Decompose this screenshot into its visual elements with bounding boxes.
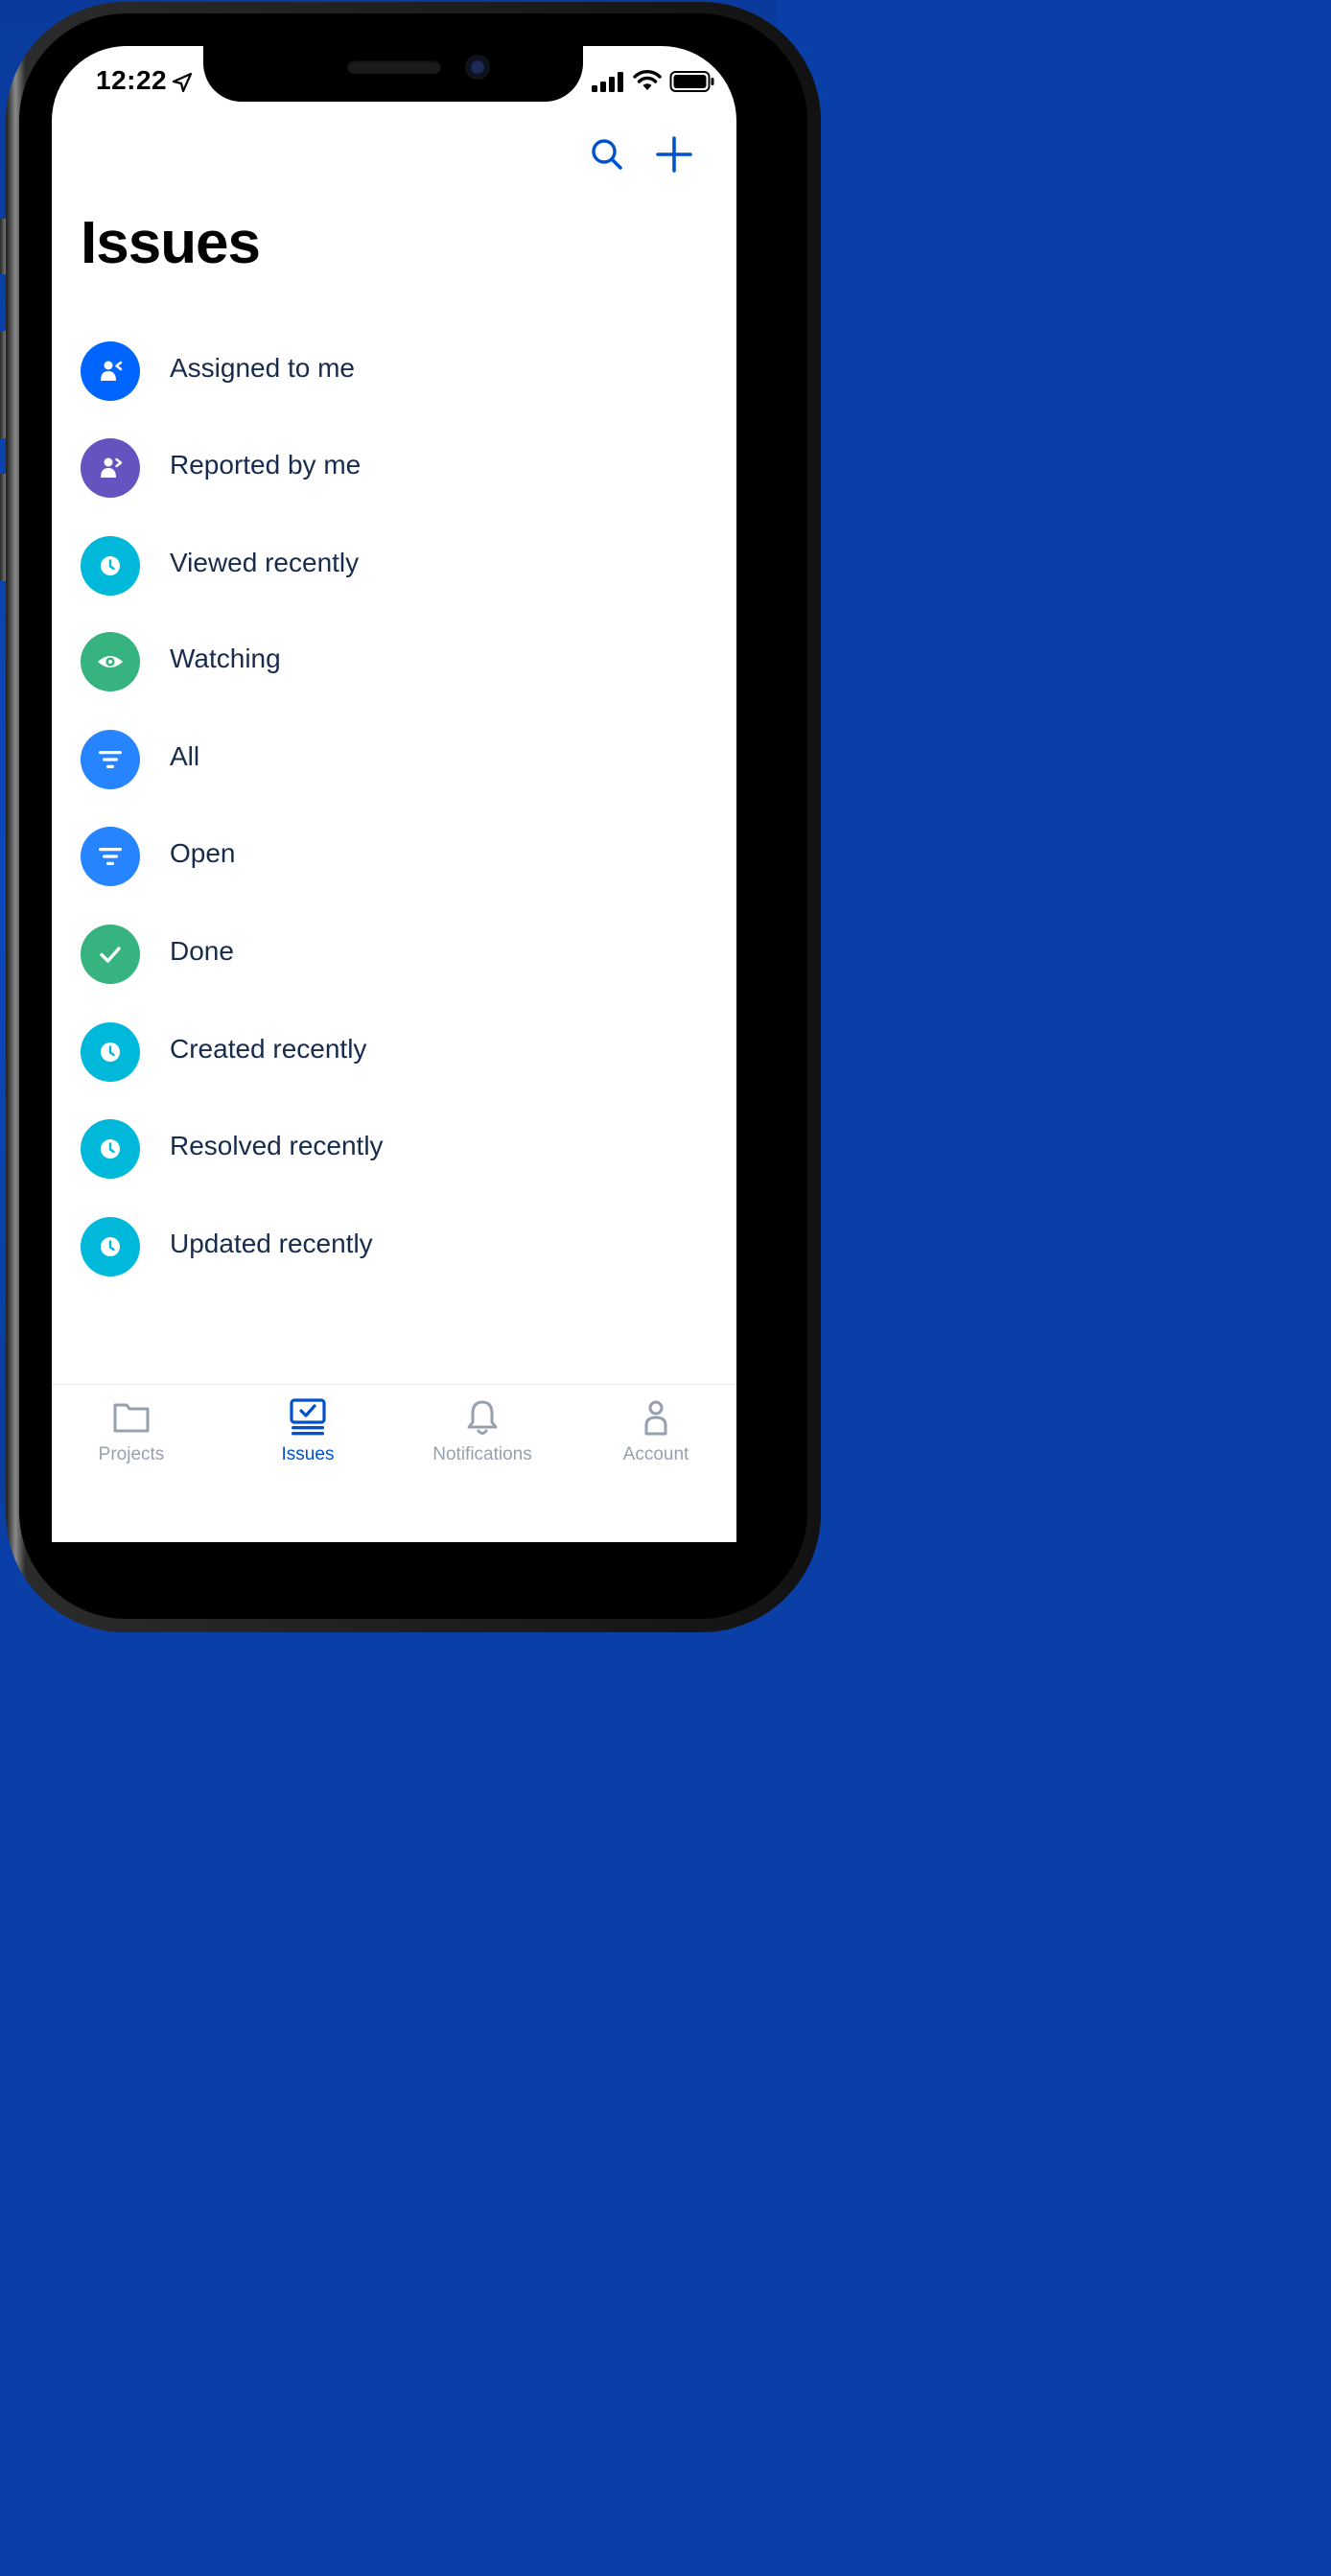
notch xyxy=(203,46,583,102)
status-time: 12:22 xyxy=(96,65,168,95)
filter-item-assigned-to-me[interactable]: Assigned to me xyxy=(81,338,713,405)
issues-icon xyxy=(290,1398,326,1436)
person-assigned-icon xyxy=(81,341,140,401)
tab-projects[interactable]: Projects xyxy=(45,1385,218,1490)
cellular-signal-icon xyxy=(592,72,623,92)
filter-item-created-recently[interactable]: Created recently xyxy=(81,1019,713,1086)
filter-label: Reported by me xyxy=(170,450,362,480)
folder-icon xyxy=(113,1403,150,1433)
clock-icon xyxy=(81,1119,140,1179)
tab-label: Issues xyxy=(281,1444,335,1464)
clock-icon xyxy=(81,1022,140,1082)
check-icon xyxy=(81,925,140,984)
filter-item-resolved-recently[interactable]: Resolved recently xyxy=(81,1115,713,1183)
filter-item-updated-recently[interactable]: Updated recently xyxy=(81,1213,713,1280)
filter-label: Viewed recently xyxy=(170,548,360,577)
search-button[interactable] xyxy=(587,134,627,175)
filter-label: Created recently xyxy=(170,1034,367,1064)
search-icon xyxy=(592,139,622,170)
front-camera xyxy=(465,55,490,80)
tab-notifications[interactable]: Notifications xyxy=(396,1385,569,1490)
filter-item-reported-by-me[interactable]: Reported by me xyxy=(81,434,713,502)
battery-icon xyxy=(669,71,714,92)
filter-label: Done xyxy=(170,936,234,966)
filter-label: Watching xyxy=(170,644,281,673)
filter-item-all[interactable]: All xyxy=(81,726,713,793)
filter-item-watching[interactable]: Watching xyxy=(81,628,713,695)
clock-icon xyxy=(81,536,140,596)
bell-icon xyxy=(467,1400,498,1435)
person-reported-icon xyxy=(81,438,140,498)
person-icon xyxy=(644,1400,667,1436)
tab-issues[interactable]: Issues xyxy=(222,1385,394,1490)
filter-icon xyxy=(81,730,140,789)
tab-label: Notifications xyxy=(432,1444,532,1464)
tab-bar: Projects Issues Notifications Account xyxy=(52,1384,736,1505)
page-title: Issues xyxy=(81,210,261,276)
filter-item-viewed-recently[interactable]: Viewed recently xyxy=(81,532,713,599)
wifi-icon xyxy=(633,70,662,90)
filter-label: Updated recently xyxy=(170,1229,373,1258)
filter-label: Resolved recently xyxy=(170,1131,384,1160)
filter-item-done[interactable]: Done xyxy=(81,921,713,988)
eye-icon xyxy=(81,632,140,691)
filter-label: Open xyxy=(170,838,236,868)
tab-label: Account xyxy=(622,1444,689,1464)
clock-icon xyxy=(81,1217,140,1276)
add-issue-button[interactable] xyxy=(654,134,694,175)
filter-item-open[interactable]: Open xyxy=(81,823,713,890)
tab-account[interactable]: Account xyxy=(570,1385,742,1490)
filter-icon xyxy=(81,827,140,886)
tab-label: Projects xyxy=(98,1444,165,1464)
filter-label: All xyxy=(170,741,200,771)
speaker-grille xyxy=(347,60,441,74)
location-arrow-icon xyxy=(172,72,193,93)
plus-icon xyxy=(656,136,692,173)
filter-label: Assigned to me xyxy=(170,353,355,383)
